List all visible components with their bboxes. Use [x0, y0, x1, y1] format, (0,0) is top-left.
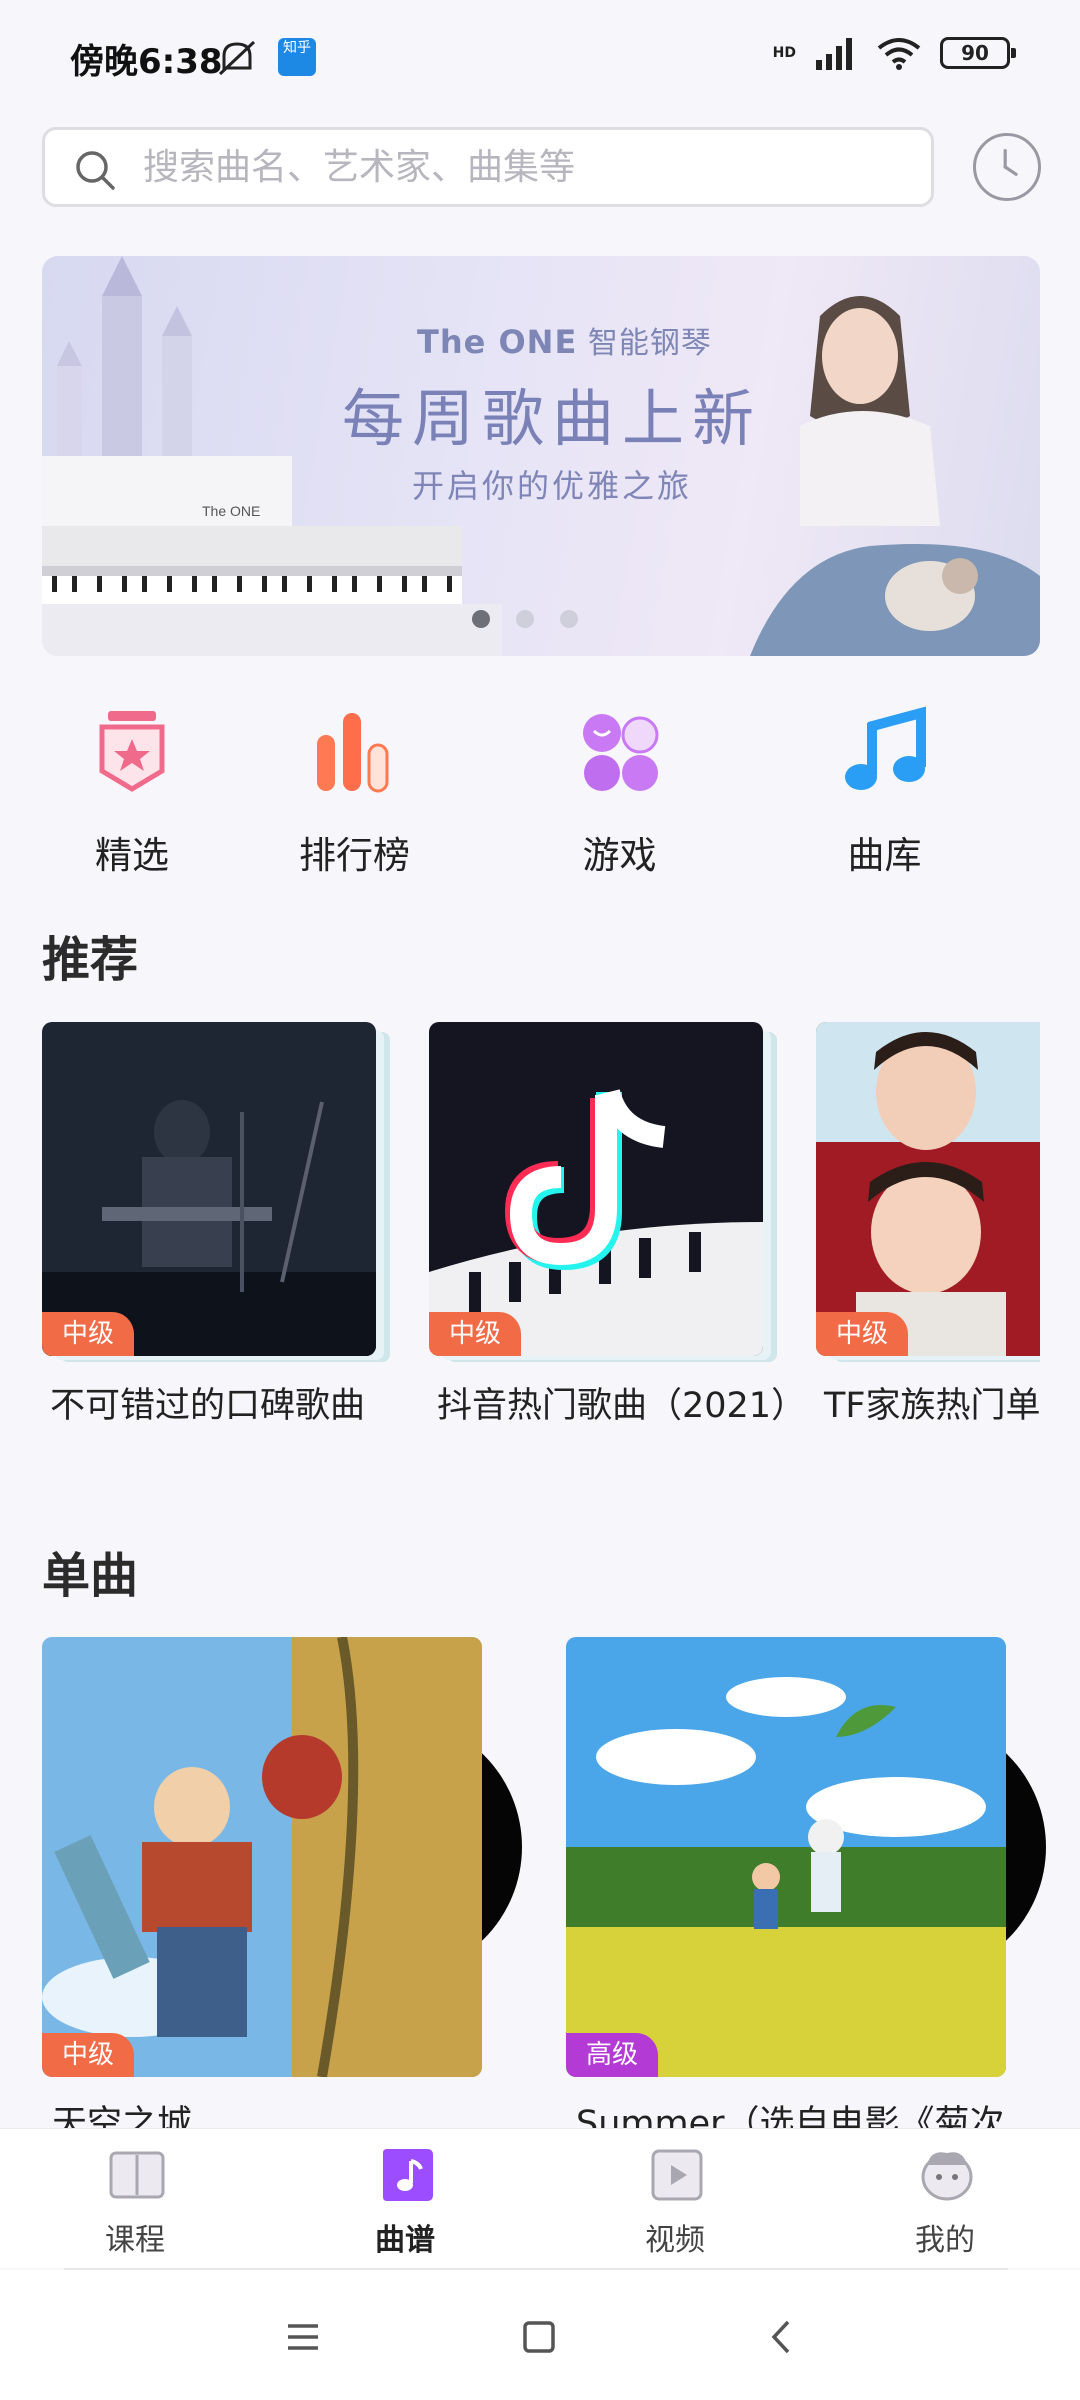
single-card[interactable]: 中级 天空之城: [42, 1637, 522, 2144]
category-games[interactable]: 游戏: [487, 705, 752, 885]
recommend-section-title: 推荐: [42, 932, 139, 988]
level-badge: 中级: [42, 1312, 135, 1356]
app-badge-text: 知乎: [283, 40, 311, 56]
network-label: HD: [772, 45, 796, 61]
search-input[interactable]: [143, 130, 903, 204]
single-cover: 中级: [42, 1637, 482, 2077]
recommend-title: 不可错过的口碑歌曲: [50, 1386, 366, 1426]
recommend-cover: 中级: [429, 1022, 763, 1356]
category-featured[interactable]: 精选: [42, 705, 222, 885]
bar-chart-icon: [316, 713, 388, 793]
promo-banner[interactable]: The ONE The ONE 智能钢琴 每周歌曲上新 开启你的优雅之旅: [42, 256, 1040, 656]
history-clock-icon[interactable]: [973, 133, 1041, 201]
category-label: 游戏: [582, 834, 657, 877]
game-bubbles-icon: [582, 714, 658, 791]
recommend-card[interactable]: 中级 不可错过的口碑歌曲: [42, 1022, 392, 1432]
tab-courses[interactable]: 课程: [55, 2145, 215, 2258]
recommend-title: TF家族热门单: [824, 1386, 1040, 1426]
back-icon[interactable]: [756, 2312, 806, 2362]
zhihu-app-icon: 知乎: [278, 38, 316, 76]
battery-indicator: 90: [940, 37, 1016, 69]
category-library[interactable]: 曲库: [752, 705, 1017, 885]
system-navigation: [0, 2270, 1080, 2400]
wifi-icon: [877, 38, 921, 70]
castle-in-the-sky-art: [42, 1637, 482, 2077]
search-bar[interactable]: [42, 127, 934, 207]
kikujiro-summer-art: [566, 1637, 1006, 2077]
tab-label: 我的: [915, 2223, 975, 2258]
status-bar: 傍晚6:38 知乎 HD 90: [0, 0, 1080, 110]
level-badge: 中级: [816, 1312, 909, 1356]
recommend-cover: 中级: [42, 1022, 376, 1356]
signal-icon: [816, 38, 852, 70]
pagination-dot[interactable]: [516, 610, 534, 628]
category-label: 精选: [95, 834, 169, 877]
recommend-card[interactable]: 中级 TF家族热门单: [816, 1022, 1040, 1432]
singles-section-title: 单曲: [42, 1548, 139, 1604]
level-badge: 中级: [429, 1312, 522, 1356]
play-icon: [651, 2149, 703, 2201]
girl-illustration: [750, 296, 1040, 656]
tf-family-photo: [816, 1022, 1040, 1356]
sheet-music-icon: [383, 2149, 433, 2201]
tab-sheet-music[interactable]: 曲谱: [325, 2145, 485, 2258]
recommend-carousel[interactable]: 中级 不可错过的口碑歌曲 中级 抖音热门歌曲（2021） 中级 TF家族热门单: [42, 1022, 1040, 1432]
banner-pagination: [472, 610, 578, 628]
book-icon: [109, 2151, 165, 2199]
category-ranking[interactable]: 排行榜: [222, 705, 487, 885]
tab-label: 课程: [105, 2223, 165, 2258]
tab-label: 曲谱: [375, 2223, 435, 2258]
level-badge: 中级: [42, 2033, 135, 2077]
piano-logo: The ONE: [202, 503, 260, 519]
single-cover: 高级: [566, 1637, 1006, 2077]
banner-title: 每周歌曲上新: [341, 382, 762, 455]
pagination-dot-active[interactable]: [472, 610, 490, 628]
tab-label: 视频: [645, 2223, 705, 2258]
menu-icon[interactable]: [278, 2312, 328, 2362]
profile-face-icon: [921, 2152, 973, 2201]
tab-profile[interactable]: 我的: [865, 2145, 1025, 2258]
pagination-dot[interactable]: [560, 610, 578, 628]
status-time: 傍晚6:38: [70, 42, 223, 82]
banner-brand-suffix: 智能钢琴: [587, 326, 712, 361]
category-label: 曲库: [847, 834, 922, 877]
recommend-card[interactable]: 中级 抖音热门歌曲（2021）: [429, 1022, 806, 1432]
search-icon: [76, 151, 115, 190]
music-note-icon: [844, 706, 926, 790]
badge-star-icon: [99, 711, 165, 792]
level-badge: 高级: [566, 2033, 659, 2077]
category-label: 排行榜: [299, 834, 410, 877]
banner-brand-name: The ONE: [417, 323, 578, 361]
banner-brand: The ONE 智能钢琴: [417, 318, 712, 362]
category-shortcuts: 精选 排行榜 游戏 曲库: [42, 705, 1040, 885]
banner-subtitle: 开启你的优雅之旅: [411, 467, 692, 505]
concert-photo: [42, 1022, 376, 1356]
tiktok-cover: [429, 1022, 763, 1356]
mute-bell-icon: [218, 40, 256, 76]
single-card[interactable]: 高级 Summer（选自电影《菊次: [566, 1637, 1046, 2144]
tab-videos[interactable]: 视频: [595, 2145, 755, 2258]
recommend-title: 抖音热门歌曲（2021）: [437, 1386, 807, 1426]
bottom-nav: 课程 曲谱 视频 我的: [0, 2128, 1080, 2268]
status-indicators: HD 90: [772, 36, 1016, 70]
home-icon[interactable]: [514, 2312, 564, 2362]
recommend-cover: 中级: [816, 1022, 1040, 1356]
